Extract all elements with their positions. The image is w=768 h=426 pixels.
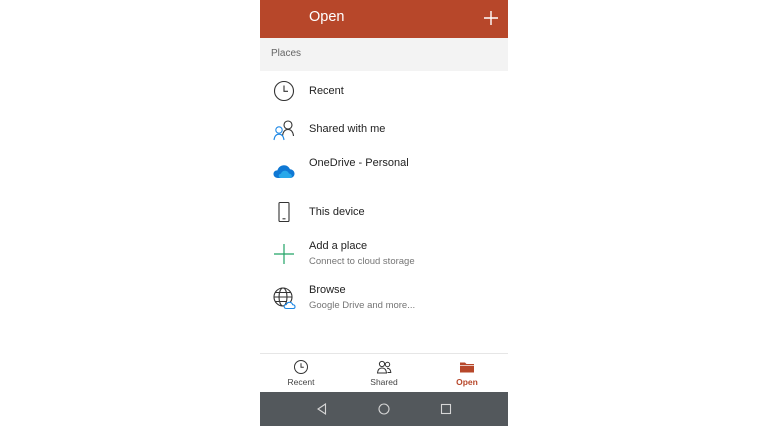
places-section-header: Places [260, 38, 508, 71]
phone-device-icon [278, 201, 290, 223]
nav-tab-label: Open [456, 377, 478, 387]
place-item-onedrive[interactable]: OneDrive - Personal [260, 148, 508, 188]
home-icon[interactable] [377, 402, 391, 416]
globe-icon [273, 287, 296, 310]
clock-icon [273, 80, 295, 102]
clock-icon [294, 360, 308, 374]
place-item-browse[interactable]: Browse Google Drive and more... [260, 278, 508, 318]
nav-tab-label: Recent [287, 377, 315, 387]
folder-icon [460, 362, 474, 373]
place-title: This device [309, 206, 365, 218]
place-item-this-device[interactable]: This device [260, 192, 508, 232]
phone-screen: Open Places Recent Shared with me OneDri… [260, 0, 508, 426]
plus-icon [274, 244, 294, 264]
place-title: Add a place [309, 240, 368, 252]
place-subtitle: Connect to cloud storage [309, 256, 415, 267]
back-icon[interactable] [315, 402, 329, 416]
system-nav-bar [260, 392, 508, 426]
nav-tab-recent[interactable]: Recent [260, 354, 342, 392]
place-item-shared-with-me[interactable]: Shared with me [260, 110, 508, 150]
app-bar: Open [260, 0, 508, 38]
overview-icon[interactable] [439, 402, 453, 416]
add-icon[interactable] [481, 8, 501, 28]
bottom-nav: Recent Shared Open [260, 354, 508, 392]
people-icon [273, 120, 295, 141]
places-header-label: Places [271, 48, 302, 59]
place-item-recent[interactable]: Recent [260, 71, 508, 111]
page-title: Open [309, 9, 345, 25]
place-title: OneDrive - Personal [309, 157, 409, 169]
place-title: Browse [309, 284, 346, 296]
place-title: Shared with me [309, 123, 386, 135]
nav-tab-open[interactable]: Open [426, 354, 508, 392]
onedrive-cloud-icon [273, 165, 295, 178]
place-title: Recent [309, 85, 344, 97]
place-subtitle: Google Drive and more... [309, 300, 416, 311]
place-item-add-a-place[interactable]: Add a place Connect to cloud storage [260, 234, 508, 274]
people-icon [376, 360, 392, 374]
nav-tab-label: Shared [370, 377, 398, 387]
nav-tab-shared[interactable]: Shared [343, 354, 425, 392]
